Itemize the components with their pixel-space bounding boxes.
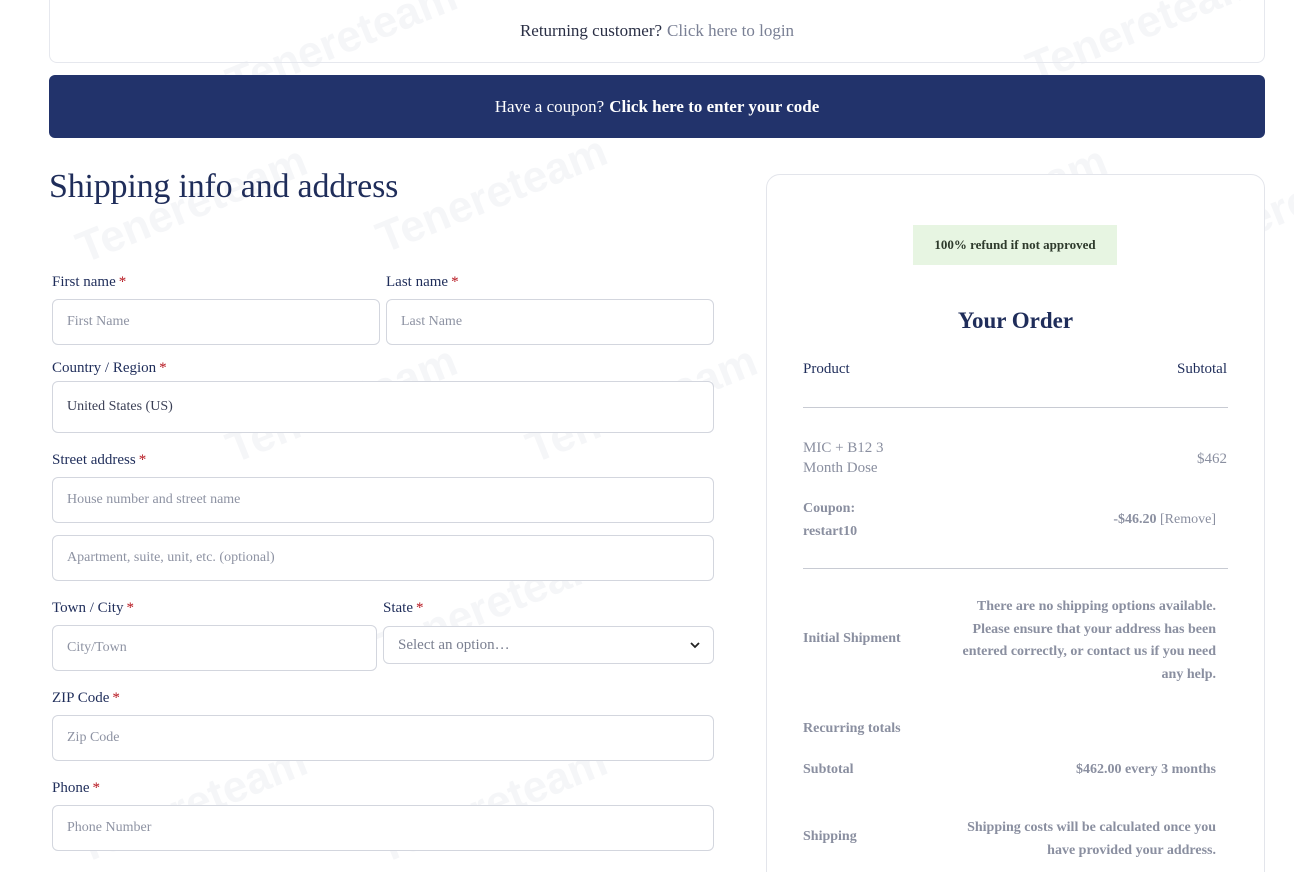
coupon-discount-row: -$46.20 [Remove] [1000, 512, 1216, 528]
divider [803, 407, 1228, 408]
zip-label: ZIP Code * [52, 690, 120, 707]
recurring-shipping-label: Shipping [803, 829, 857, 844]
required-mark: * [112, 690, 120, 706]
required-mark: * [138, 452, 147, 468]
recurring-totals-label: Recurring totals [803, 721, 901, 736]
required-mark: * [126, 600, 134, 616]
refund-badge: 100% refund if not approved [913, 225, 1117, 265]
phone-label-text: Phone [52, 780, 90, 796]
state-select[interactable]: Select an option… [383, 626, 714, 664]
coupon-amount: -$46.20 [1113, 512, 1157, 527]
item-name-line2: Month Dose [803, 460, 878, 476]
apartment-input[interactable] [52, 535, 714, 581]
recurring-subtotal-value: $462.00 every 3 months [1076, 762, 1216, 777]
country-field[interactable] [52, 381, 714, 433]
country-label: Country / Region * [52, 360, 167, 377]
required-mark: * [451, 274, 459, 290]
zip-label-text: ZIP Code [52, 690, 110, 706]
recurring-subtotal-label: Subtotal [803, 762, 854, 777]
shipping-notice-line: entered correctly, or contact us if you … [962, 644, 1216, 660]
zip-input[interactable] [52, 715, 714, 761]
required-mark: * [92, 780, 101, 796]
required-mark: * [159, 360, 167, 376]
street-address-label-text: Street address [52, 452, 136, 468]
returning-question: Returning customer? [519, 21, 663, 40]
first-name-label: First name * [52, 274, 126, 291]
shipping-calc-line: Shipping costs will be calculated once y… [967, 820, 1216, 835]
last-name-label: Last name * [386, 274, 459, 291]
coupon-question: Have a coupon? [494, 96, 605, 116]
street-address-input[interactable] [52, 477, 714, 523]
item-price: $462 [1197, 451, 1227, 467]
coupon-notice: Have a coupon? Click here to enter your … [49, 75, 1265, 138]
state-select-value: Select an option… [398, 636, 510, 653]
state-label: State * [383, 600, 424, 617]
shipping-notice-line: Please ensure that your address has been [972, 621, 1216, 637]
coupon-code: restart10 [803, 524, 858, 539]
order-title: Your Order [957, 308, 1074, 333]
first-name-input[interactable] [52, 299, 380, 345]
initial-shipment-label: Initial Shipment [803, 631, 901, 646]
state-label-text: State [383, 600, 413, 616]
last-name-label-text: Last name [386, 274, 449, 290]
country-label-text: Country / Region [52, 360, 157, 376]
street-address-label: Street address * [52, 452, 146, 469]
city-input[interactable] [52, 625, 377, 671]
shipping-calc-line: have provided your address. [1047, 842, 1216, 858]
enter-coupon-link[interactable]: Click here to enter your code [609, 97, 819, 117]
product-column-header: Product [803, 361, 850, 377]
shipping-notice-line: There are no shipping options available. [976, 599, 1216, 614]
item-name-line1: MIC + B12 3 [803, 440, 884, 456]
shipping-notice-line: any help. [1161, 666, 1216, 682]
first-name-label-text: First name [52, 274, 116, 290]
returning-customer-notice: Returning customer? Click here to login [49, 0, 1265, 63]
divider [803, 568, 1228, 569]
watermark: Tenereteam [369, 126, 614, 263]
city-label: Town / City * [52, 600, 134, 617]
required-mark: * [118, 274, 127, 290]
phone-label: Phone * [52, 780, 100, 797]
chevron-down-icon [690, 642, 700, 649]
login-link[interactable]: Click here to login [667, 21, 794, 41]
phone-input[interactable] [52, 805, 714, 851]
shipping-notice: There are no shipping options available.… [930, 596, 1216, 686]
remove-coupon-link[interactable]: [Remove] [1160, 512, 1216, 527]
coupon-label-line1: Coupon: [803, 501, 856, 516]
required-mark: * [416, 600, 424, 616]
shipping-calc-notice: Shipping costs will be calculated once y… [930, 817, 1216, 862]
city-label-text: Town / City [52, 600, 124, 616]
page-title: Shipping info and address [49, 168, 399, 205]
last-name-input[interactable] [386, 299, 714, 345]
subtotal-column-header: Subtotal [1176, 361, 1227, 377]
